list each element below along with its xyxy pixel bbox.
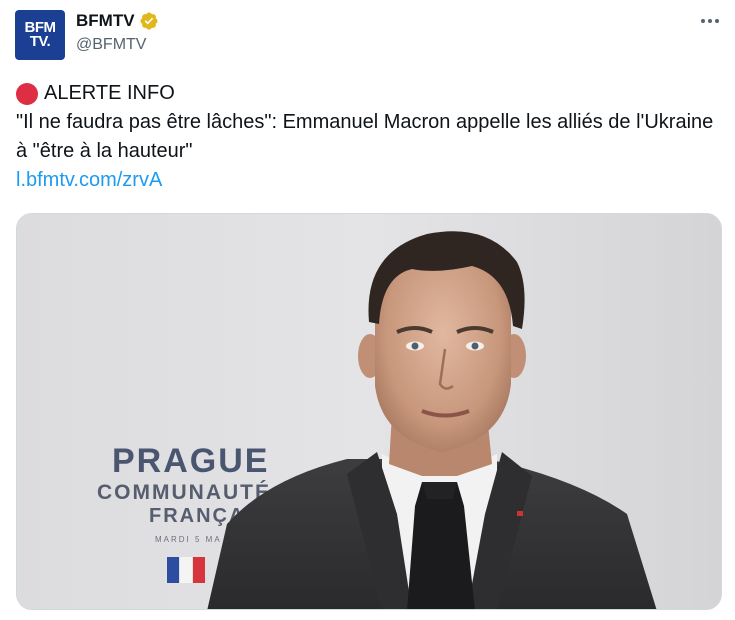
red-circle-icon xyxy=(16,82,38,105)
avatar-text-line2: TV. xyxy=(29,33,51,50)
verified-badge-icon xyxy=(140,12,158,30)
french-flag-icon xyxy=(167,557,205,583)
more-options-icon[interactable] xyxy=(699,14,721,28)
backdrop-text-communaute: COMMUNAUTÉ xyxy=(97,481,271,504)
display-name[interactable]: BFMTV xyxy=(76,11,135,31)
backdrop-text-prague: PRAGUE xyxy=(112,442,269,480)
tweet-text: ALERTE INFO "Il ne faudra pas être lâche… xyxy=(16,79,716,195)
alert-line: ALERTE INFO xyxy=(16,79,716,108)
photo-macron: PRAGUE COMMUNAUTÉ FRANÇA MARDI 5 MA xyxy=(17,214,721,609)
headline: "Il ne faudra pas être lâches": Emmanuel… xyxy=(16,111,714,162)
author-name-row[interactable]: BFMTV xyxy=(76,11,159,31)
backdrop-text-date: MARDI 5 MA xyxy=(155,535,222,544)
tweet-card[interactable]: BFM TV. BFMTV @BFMTV ALERTE INFO "Il ne … xyxy=(0,0,735,620)
handle[interactable]: @BFMTV xyxy=(76,36,146,54)
alert-label: ALERTE INFO xyxy=(44,82,175,104)
tweet-image[interactable]: PRAGUE COMMUNAUTÉ FRANÇA MARDI 5 MA xyxy=(16,213,722,610)
avatar[interactable]: BFM TV. xyxy=(15,10,65,60)
article-link[interactable]: l.bfmtv.com/zrvA xyxy=(16,169,162,191)
